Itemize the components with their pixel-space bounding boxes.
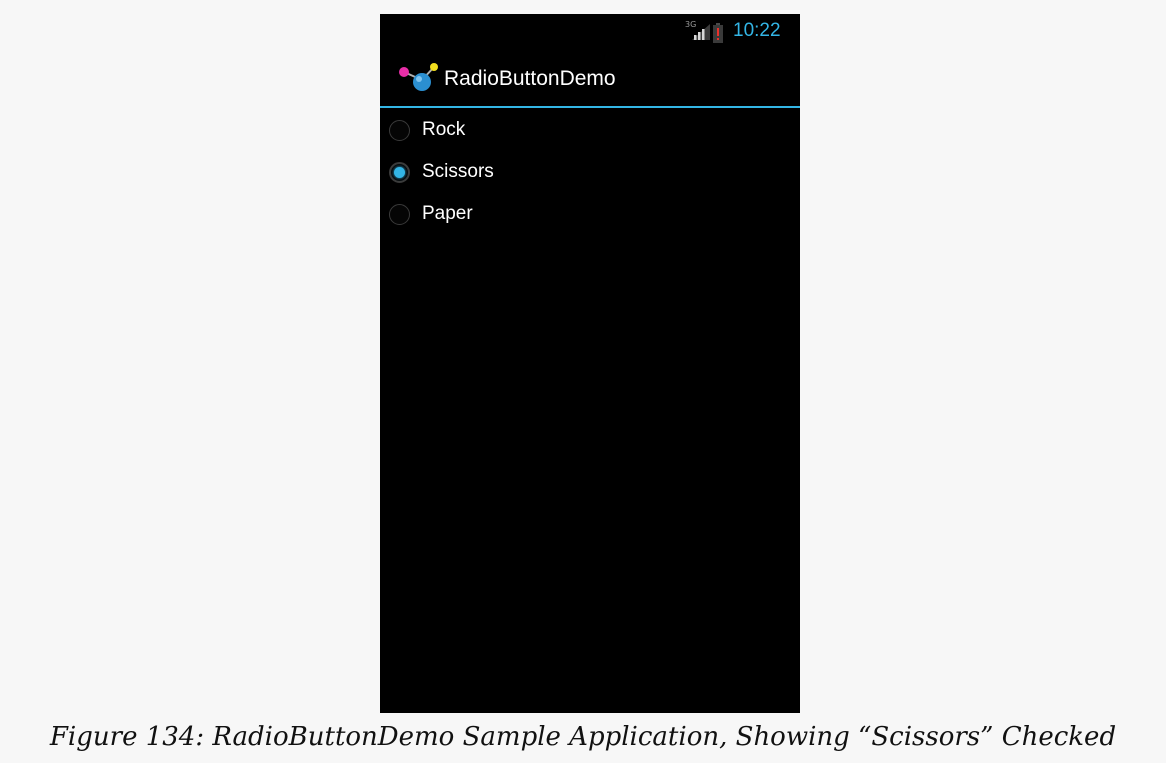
phone-screen: 3G 10:22 RadioButtonDemo Rock Scissors P… (380, 14, 800, 713)
radio-option-paper[interactable]: Paper (380, 195, 800, 237)
battery-low-icon (713, 23, 723, 43)
figure-caption: Figure 134: RadioButtonDemo Sample Appli… (49, 722, 1117, 752)
radio-unchecked-icon[interactable] (389, 204, 410, 225)
radio-option-rock[interactable]: Rock (380, 111, 800, 153)
action-bar: RadioButtonDemo (380, 48, 800, 106)
radio-label[interactable]: Rock (422, 119, 465, 141)
radio-checked-icon[interactable] (389, 162, 410, 183)
radio-label[interactable]: Scissors (422, 161, 494, 183)
radio-option-scissors[interactable]: Scissors (380, 153, 800, 195)
radio-label[interactable]: Paper (422, 203, 473, 225)
radio-selected-dot (394, 167, 405, 178)
radio-unchecked-icon[interactable] (389, 120, 410, 141)
action-bar-divider (380, 106, 800, 108)
app-launcher-icon[interactable] (396, 60, 438, 94)
app-title: RadioButtonDemo (444, 67, 616, 90)
radio-group: Rock Scissors Paper (380, 111, 800, 237)
signal-icon (692, 24, 710, 40)
status-bar: 3G 10:22 (380, 14, 800, 48)
status-clock: 10:22 (733, 20, 781, 41)
